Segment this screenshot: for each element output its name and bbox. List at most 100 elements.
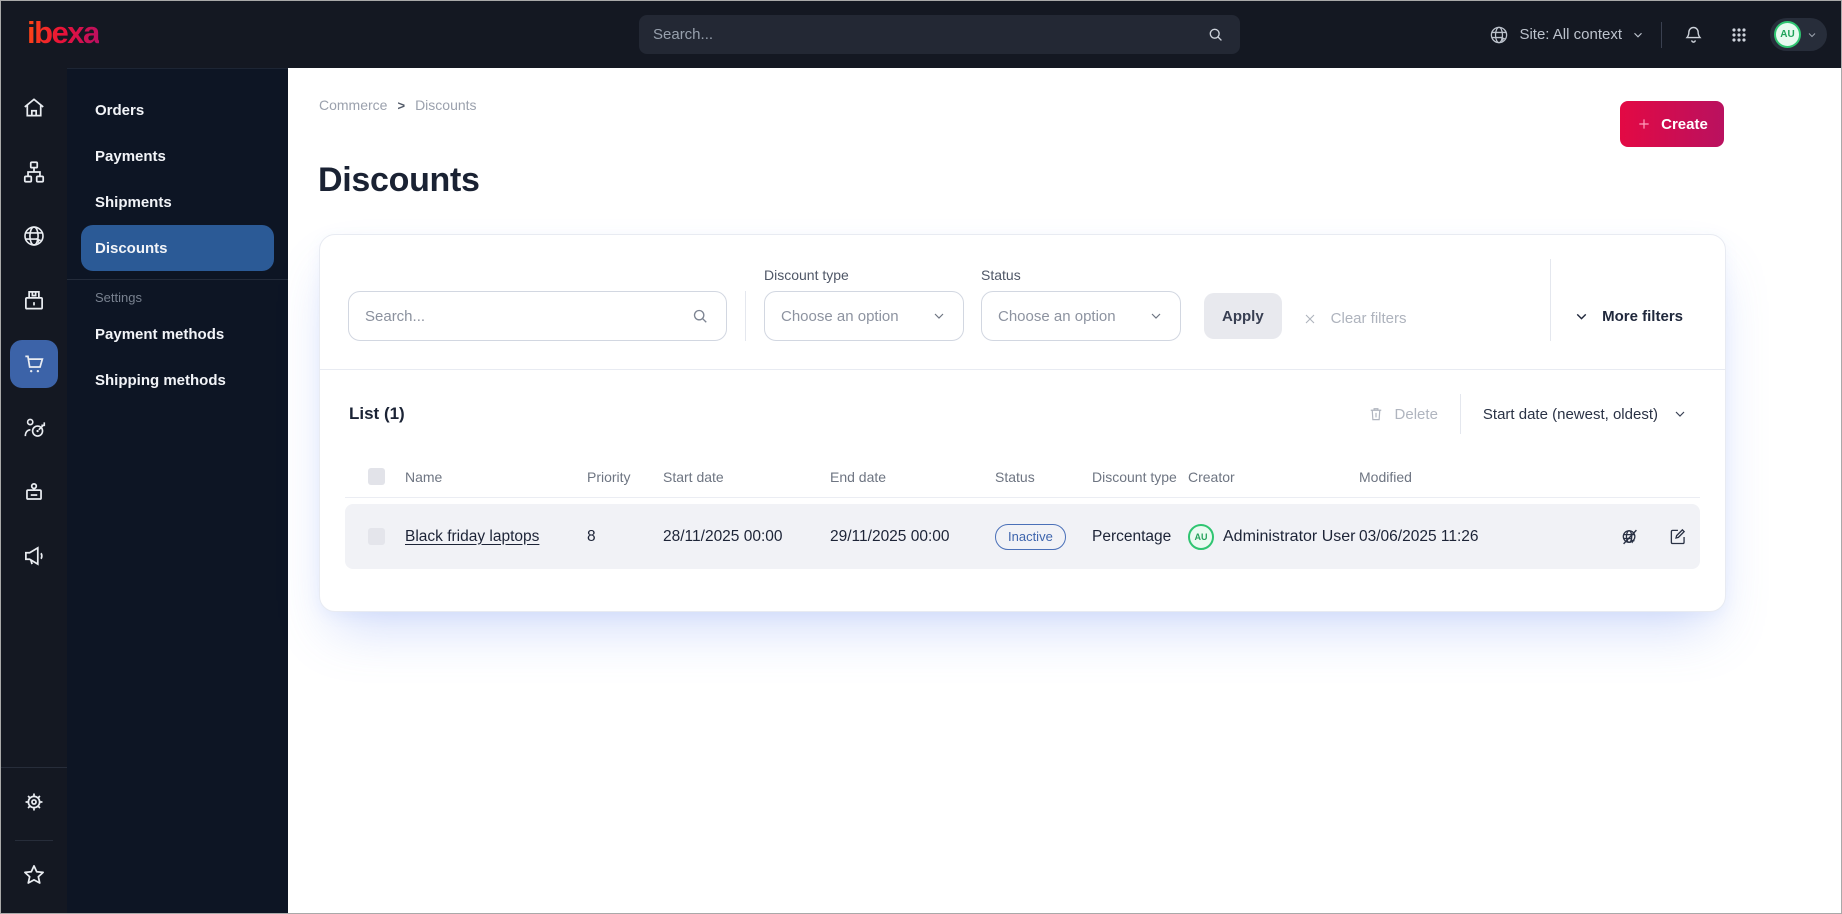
global-search-input[interactable] <box>653 26 1204 43</box>
notifications-bell-icon[interactable] <box>1678 20 1708 50</box>
sidebar-item-orders[interactable]: Orders <box>81 87 274 133</box>
discount-type-label: Discount type <box>764 267 849 283</box>
edit-icon[interactable] <box>1667 526 1688 547</box>
status-value: Choose an option <box>998 307 1116 325</box>
select-all-checkbox[interactable] <box>368 468 385 485</box>
creator-cell: AU Administrator User <box>1188 523 1359 550</box>
status-filter: Status Choose an option <box>981 267 1181 341</box>
users-badge-icon[interactable] <box>10 468 58 516</box>
column-header-creator: Creator <box>1188 468 1235 485</box>
column-header-name: Name <box>405 468 443 485</box>
discount-name-link[interactable]: Black friday laptops <box>405 528 587 546</box>
sidebar-section-label: Settings <box>95 290 142 305</box>
chevron-down-icon <box>1806 29 1818 41</box>
plus-icon <box>1636 116 1652 132</box>
more-filters-label: More filters <box>1602 308 1683 325</box>
global-search[interactable] <box>639 15 1240 54</box>
chevron-down-icon <box>931 308 947 324</box>
start-date-cell: 28/11/2025 00:00 <box>663 527 783 545</box>
delete-button-label: Delete <box>1394 405 1438 423</box>
chevron-down-icon <box>1148 308 1164 324</box>
breadcrumb-separator: > <box>397 97 406 113</box>
search-icon[interactable] <box>1204 24 1226 46</box>
sidebar-item-label: Payments <box>95 147 166 165</box>
trash-icon <box>1367 405 1385 423</box>
delete-button[interactable]: Delete <box>1367 405 1438 423</box>
sidebar-item-label: Orders <box>95 101 145 119</box>
sidebar-item-shipping-methods[interactable]: Shipping methods <box>81 357 274 403</box>
products-icon[interactable] <box>10 276 58 324</box>
settings-gear-icon[interactable] <box>10 778 58 826</box>
main-content: Commerce > Discounts Create Discounts Se… <box>288 68 1841 913</box>
commerce-cart-icon[interactable] <box>10 340 58 388</box>
rail-divider <box>1 767 67 768</box>
sort-selector[interactable]: Start date (newest, oldest) <box>1483 406 1688 423</box>
end-date-cell: 29/11/2025 00:00 <box>830 527 950 545</box>
filter-divider <box>1550 259 1552 341</box>
site-context-label: Site: All context <box>1519 26 1622 43</box>
search-icon[interactable] <box>690 306 710 326</box>
app-window: ibexa Site: All context <box>0 0 1842 914</box>
chevron-down-icon <box>1672 406 1688 422</box>
filter-search[interactable] <box>348 291 727 341</box>
status-select[interactable]: Choose an option <box>981 291 1181 341</box>
filter-divider <box>745 291 746 341</box>
sidebar-item-label: Discounts <box>95 239 168 257</box>
breadcrumb: Commerce > Discounts <box>319 97 477 113</box>
site-view-disabled-icon[interactable] <box>1619 526 1641 548</box>
list-section: List (1) Delete Start date (newest, olde… <box>320 370 1725 611</box>
site-globe-icon <box>1488 24 1510 46</box>
column-header-modified: Modified <box>1359 468 1412 485</box>
bookmarks-star-icon[interactable] <box>10 851 58 899</box>
create-button[interactable]: Create <box>1620 101 1724 147</box>
user-menu[interactable]: AU <box>1770 18 1827 51</box>
topbar-right-cluster: Site: All context AU <box>1488 1 1827 68</box>
sidebar-item-payment-methods[interactable]: Payment methods <box>81 311 274 357</box>
breadcrumb-commerce[interactable]: Commerce <box>319 97 387 113</box>
breadcrumb-discounts[interactable]: Discounts <box>415 97 476 113</box>
chevron-down-icon <box>1573 308 1590 325</box>
more-filters-button[interactable]: More filters <box>1573 308 1683 325</box>
column-header-status: Status <box>995 468 1035 485</box>
table-header: Name Priority Start date End date Status… <box>345 456 1700 498</box>
filter-search-input[interactable] <box>365 307 690 325</box>
ibexa-logo: ibexa <box>27 15 100 50</box>
home-icon[interactable] <box>10 84 58 132</box>
topbar-divider <box>1661 21 1662 48</box>
clear-filters-label: Clear filters <box>1330 310 1407 327</box>
clear-filters-button[interactable]: Clear filters <box>1302 310 1407 327</box>
list-title: List (1) <box>349 404 405 423</box>
discount-type-filter: Discount type Choose an option <box>764 267 964 341</box>
discounts-card: Discount type Choose an option Status Ch… <box>319 234 1726 612</box>
discount-type-select[interactable]: Choose an option <box>764 291 964 341</box>
chevron-down-icon <box>1631 28 1645 42</box>
column-header-discount-type: Discount type <box>1092 468 1177 485</box>
close-icon <box>1302 311 1318 327</box>
marketing-megaphone-icon[interactable] <box>10 532 58 580</box>
sort-label: Start date (newest, oldest) <box>1482 405 1658 423</box>
column-header-end-date: End date <box>830 468 887 485</box>
top-bar: ibexa Site: All context <box>1 1 1841 68</box>
sidebar-item-discounts[interactable]: Discounts <box>81 225 274 271</box>
sidebar-item-payments[interactable]: Payments <box>81 133 274 179</box>
status-badge: Inactive <box>995 523 1066 550</box>
site-icon[interactable] <box>10 212 58 260</box>
sidebar-item-shipments[interactable]: Shipments <box>81 179 274 225</box>
user-avatar: AU <box>1774 21 1801 48</box>
content-tree-icon[interactable] <box>10 148 58 196</box>
discount-type-value: Choose an option <box>781 307 899 325</box>
site-context-selector[interactable]: Site: All context <box>1488 24 1645 46</box>
discount-type-cell: Percentage <box>1092 527 1172 545</box>
personalization-icon[interactable] <box>10 404 58 452</box>
list-header-divider <box>1459 394 1461 434</box>
modified-cell: 03/06/2025 11:26 <box>1359 527 1479 545</box>
table-row: Black friday laptops 8 28/11/2025 00:00 … <box>345 504 1700 569</box>
apply-button[interactable]: Apply <box>1204 293 1282 339</box>
creator-name: Administrator User <box>1223 527 1356 545</box>
app-grid-icon[interactable] <box>1724 20 1754 50</box>
priority-cell: 8 <box>587 527 596 545</box>
row-actions <box>1590 526 1700 548</box>
sidebar-item-label: Shipments <box>95 193 172 211</box>
create-button-label: Create <box>1661 115 1708 133</box>
row-checkbox[interactable] <box>368 528 385 545</box>
